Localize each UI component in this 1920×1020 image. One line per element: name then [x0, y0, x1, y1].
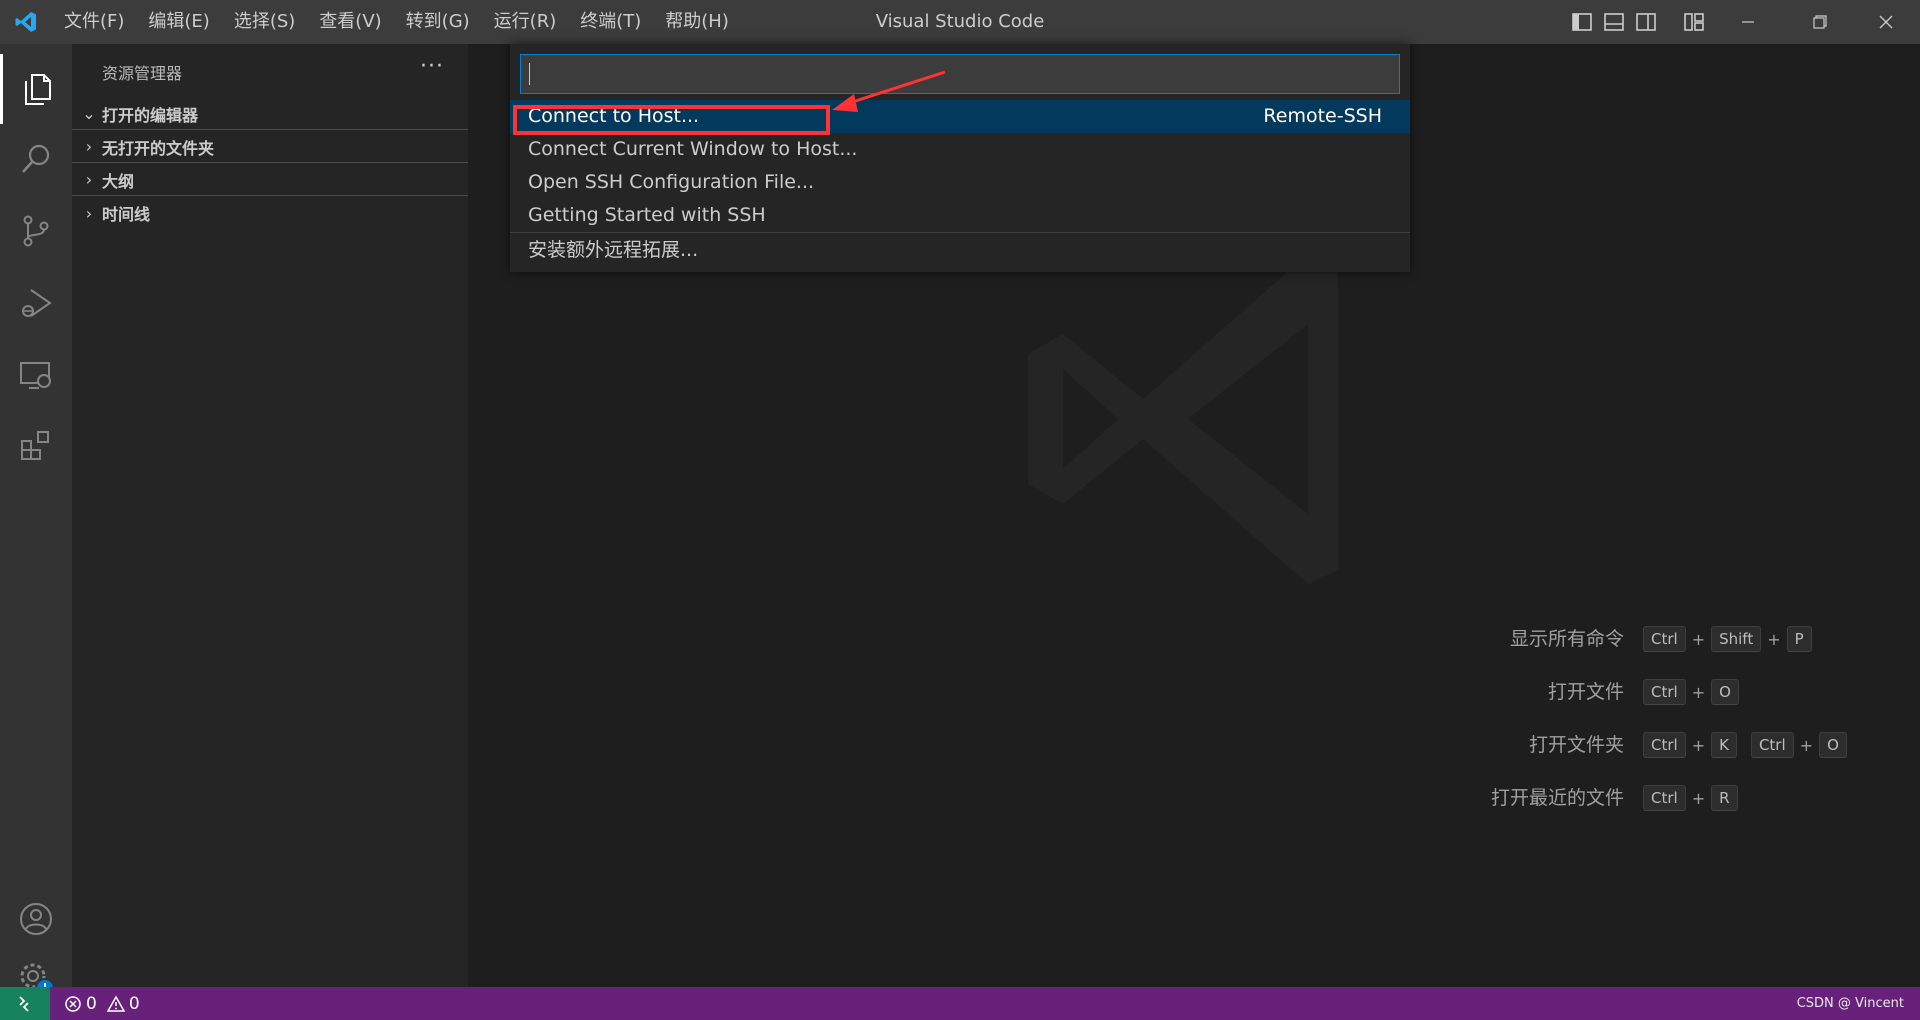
activity-bar [0, 44, 72, 998]
error-icon [65, 995, 81, 1012]
shortcut-open-file: 打开文件 Ctrl + O [468, 677, 1920, 707]
quick-pick-item-connect-current-window[interactable]: Connect Current Window to Host... [510, 133, 1410, 166]
key: P [1786, 626, 1812, 652]
remote-explorer-icon[interactable] [0, 340, 72, 410]
section-open-editors[interactable]: ⌄ 打开的编辑器 [72, 98, 468, 130]
shortcut-label: 打开文件 [1547, 681, 1624, 703]
warning-count: 0 [128, 993, 140, 1014]
extensions-icon[interactable] [0, 410, 72, 480]
shortcut-label: 打开最近的文件 [1490, 787, 1624, 809]
menu-edit[interactable]: 编辑(E) [136, 0, 221, 44]
quick-pick-item-open-ssh-config[interactable]: Open SSH Configuration File... [510, 166, 1410, 199]
section-label: 大纲 [102, 171, 135, 191]
vscode-logo-icon [0, 0, 52, 44]
annotation-highlight-box [513, 105, 830, 135]
key: O [1819, 732, 1847, 758]
menu-terminal[interactable]: 终端(T) [568, 0, 653, 44]
text-cursor [529, 63, 530, 85]
key: Ctrl [1643, 732, 1686, 758]
section-timeline[interactable]: › 时间线 [72, 197, 468, 229]
toggle-primary-sidebar-icon[interactable] [1570, 10, 1594, 34]
menu-file[interactable]: 文件(F) [52, 0, 136, 44]
menu-run[interactable]: 运行(R) [482, 0, 569, 44]
minimize-icon[interactable] [1718, 0, 1778, 44]
separator [510, 232, 1410, 233]
key: Ctrl [1643, 785, 1686, 811]
vscode-watermark-logo [1008, 254, 1408, 618]
shortcut-keys: Ctrl + Shift + P [1643, 624, 1812, 654]
status-bar: 0 0 CSDN @ Vincent [0, 987, 1920, 1020]
run-debug-icon[interactable] [0, 268, 72, 338]
explorer-sidebar: 资源管理器 ··· ⌄ 打开的编辑器 › 无打开的文件夹 › 大纲 › 时间线 [72, 44, 468, 987]
item-label: 安装额外远程拓展... [528, 239, 699, 261]
explorer-icon[interactable] [0, 54, 72, 124]
more-actions-icon[interactable]: ··· [420, 54, 444, 79]
sidebar-title: 资源管理器 [102, 64, 183, 83]
restore-icon[interactable] [1790, 0, 1850, 44]
problems-indicator[interactable]: 0 0 [64, 987, 146, 1020]
menu-help[interactable]: 帮助(H) [653, 0, 741, 44]
key: Ctrl [1643, 626, 1686, 652]
warning-icon [106, 994, 125, 1012]
key: Ctrl [1643, 679, 1686, 705]
menu-go[interactable]: 转到(G) [394, 0, 482, 44]
title-bar: 文件(F) 编辑(E) 选择(S) 查看(V) 转到(G) 运行(R) 终端(T… [0, 0, 1920, 44]
search-icon[interactable] [0, 124, 72, 194]
shortcut-label: 打开文件夹 [1528, 734, 1624, 756]
shortcut-open-folder: 打开文件夹 Ctrl + K Ctrl + O [468, 730, 1920, 760]
remote-indicator-icon[interactable] [0, 987, 50, 1020]
key: Ctrl [1750, 732, 1794, 758]
section-outline[interactable]: › 大纲 [72, 164, 468, 196]
shortcut-show-all-commands: 显示所有命令 Ctrl + Shift + P [468, 624, 1920, 654]
key: O [1711, 679, 1739, 705]
csdn-watermark: CSDN @ Vincent [1796, 996, 1904, 1011]
quick-pick-item-getting-started[interactable]: Getting Started with SSH [510, 199, 1410, 232]
chevron-right-icon: › [85, 170, 93, 189]
key: Shift [1711, 626, 1762, 652]
close-icon[interactable] [1856, 0, 1916, 44]
toggle-panel-icon[interactable] [1602, 10, 1626, 34]
item-label: Connect Current Window to Host... [528, 138, 858, 160]
toggle-secondary-sidebar-icon[interactable] [1634, 10, 1658, 34]
section-label: 打开的编辑器 [102, 105, 199, 125]
item-detail: Remote-SSH [1263, 105, 1382, 127]
shortcut-keys: Ctrl + R [1643, 783, 1738, 813]
shortcut-label: 显示所有命令 [1509, 628, 1624, 650]
menu-view[interactable]: 查看(V) [307, 0, 393, 44]
chevron-right-icon: › [85, 203, 93, 223]
item-label: Getting Started with SSH [528, 204, 766, 226]
section-label: 无打开的文件夹 [102, 138, 215, 158]
section-label: 时间线 [102, 205, 151, 224]
customize-layout-icon[interactable] [1682, 10, 1706, 34]
key: K [1711, 732, 1737, 758]
error-count: 0 [86, 993, 97, 1014]
menu-selection[interactable]: 选择(S) [222, 0, 307, 44]
quick-pick: Connect to Host... Remote-SSH Connect Cu… [510, 44, 1410, 272]
chevron-right-icon: › [85, 137, 93, 156]
shortcut-keys: Ctrl + K Ctrl + O [1643, 730, 1847, 760]
key: R [1711, 785, 1738, 811]
item-label: Open SSH Configuration File... [528, 171, 815, 193]
shortcut-keys: Ctrl + O [1643, 677, 1739, 707]
annotation-arrow [832, 70, 946, 112]
quick-pick-input[interactable] [520, 54, 1400, 94]
quick-pick-item-install-extensions[interactable]: 安装额外远程拓展... [510, 234, 1410, 267]
source-control-icon[interactable] [0, 196, 72, 266]
section-no-folder[interactable]: › 无打开的文件夹 [72, 131, 468, 163]
chevron-down-icon: ⌄ [82, 104, 96, 123]
shortcut-open-recent: 打开最近的文件 Ctrl + R [468, 783, 1920, 813]
